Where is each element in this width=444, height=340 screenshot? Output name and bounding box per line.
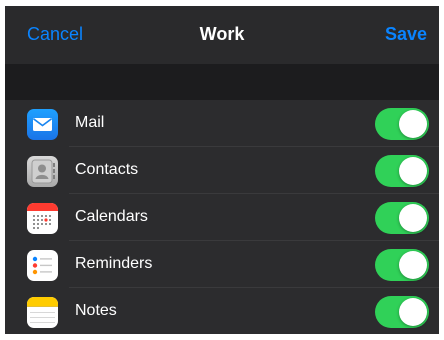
account-services-list: Mail Contacts Calendars Reminders Notes xyxy=(5,100,439,334)
toggle-knob xyxy=(399,110,427,138)
toggle-knob xyxy=(399,157,427,185)
save-button[interactable]: Save xyxy=(385,24,427,45)
row-label-calendars: Calendars xyxy=(75,208,148,225)
toggle-knob xyxy=(399,251,427,279)
reminders-toggle[interactable] xyxy=(375,249,429,281)
toggle-knob xyxy=(399,204,427,232)
list-item-calendars: Calendars xyxy=(5,194,439,241)
list-item-mail: Mail xyxy=(5,100,439,147)
list-item-contacts: Contacts xyxy=(5,147,439,194)
mail-icon xyxy=(27,109,58,140)
navigation-bar: Cancel Work Save xyxy=(5,6,439,64)
row-label-reminders: Reminders xyxy=(75,255,153,272)
list-item-notes: Notes xyxy=(5,288,439,334)
contacts-icon xyxy=(27,156,58,187)
calendars-toggle[interactable] xyxy=(375,202,429,234)
settings-screen: Cancel Work Save Mail Contacts Calendars… xyxy=(5,6,439,334)
list-item-reminders: Reminders xyxy=(5,241,439,288)
row-label-mail: Mail xyxy=(75,114,105,131)
cancel-button[interactable]: Cancel xyxy=(27,24,83,45)
reminders-icon xyxy=(27,250,58,281)
notes-toggle[interactable] xyxy=(375,296,429,328)
notes-icon xyxy=(27,297,58,328)
calendar-icon xyxy=(27,203,58,234)
contacts-toggle[interactable] xyxy=(375,155,429,187)
mail-toggle[interactable] xyxy=(375,108,429,140)
row-label-notes: Notes xyxy=(75,302,117,319)
toggle-knob xyxy=(399,298,427,326)
row-label-contacts: Contacts xyxy=(75,161,139,178)
section-spacer xyxy=(5,64,439,100)
